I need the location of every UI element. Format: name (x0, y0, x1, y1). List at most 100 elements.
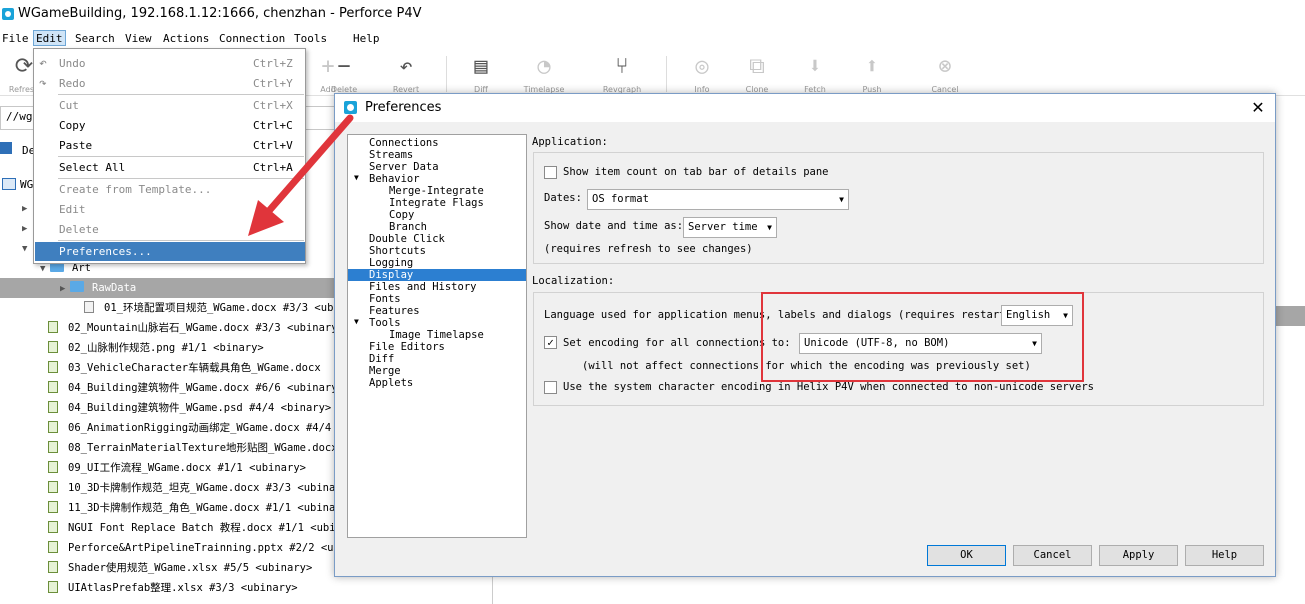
tree-file[interactable]: 04_Building建筑物件_WGame.psd #4/4 <binary> (48, 398, 331, 418)
nav-fonts[interactable]: Fonts (369, 293, 401, 305)
help-button[interactable]: Help (1185, 545, 1264, 566)
timelapse-button[interactable]: ◔ Timelapse (522, 50, 566, 94)
diff-icon: ▤ (474, 54, 488, 79)
show-date-time-select[interactable]: Server time ▼ (683, 217, 777, 238)
tree-file[interactable]: 08_TerrainMaterialTexture地形贴图_WGame.docx (48, 438, 338, 458)
file-icon (48, 341, 58, 353)
menu-edit[interactable]: Edit (33, 30, 66, 46)
menu-file[interactable]: File (0, 31, 31, 47)
nav-logging[interactable]: Logging (369, 257, 413, 269)
window-title: WGameBuilding, 192.168.1.12:1666, chenzh… (18, 6, 422, 21)
set-encoding-label: Set encoding for all connections to: (563, 337, 791, 349)
depot-icon (0, 142, 12, 154)
tree-file[interactable]: 03_VehicleCharacter车辆载具角色_WGame.docx (48, 358, 321, 378)
menu-actions[interactable]: Actions (161, 31, 211, 47)
ok-button[interactable]: OK (927, 545, 1006, 566)
nav-diff[interactable]: Diff (369, 353, 394, 365)
info-button[interactable]: ◎ Info (680, 50, 724, 94)
annotation-highlight-box (761, 292, 1084, 382)
nav-merge[interactable]: Merge (369, 365, 401, 377)
tree-node[interactable]: ▼ (22, 238, 32, 258)
nav-copy[interactable]: Copy (389, 209, 414, 221)
tree-file[interactable]: 02_山脉制作规范.png #1/1 <binary> (48, 338, 264, 358)
file-icon (48, 361, 58, 373)
file-icon (48, 381, 58, 393)
nav-double-click[interactable]: Double Click (369, 233, 445, 245)
show-item-count-checkbox[interactable] (544, 166, 557, 179)
minus-icon: − (337, 54, 351, 79)
toolbar-separator (666, 56, 667, 92)
nav-tools[interactable]: Tools (369, 317, 401, 329)
apply-button[interactable]: Apply (1099, 545, 1178, 566)
tree-folder-rawdata[interactable]: ▶ RawData (0, 278, 340, 298)
delete-button[interactable]: − Delete (322, 50, 366, 94)
nav-server-data[interactable]: Server Data (369, 161, 439, 173)
nav-shortcuts[interactable]: Shortcuts (369, 245, 426, 257)
cancel-button[interactable]: Cancel (1013, 545, 1092, 566)
tree-file[interactable]: 01_环境配置项目规范_WGame.docx #3/3 <ubinary> (84, 298, 371, 318)
tree-file[interactable]: 04_Building建筑物件_WGame.docx #6/6 <ubinary… (48, 378, 344, 398)
dates-select[interactable]: OS format ▼ (587, 189, 849, 210)
localization-section-label: Localization: (532, 275, 615, 287)
revgraph-icon: ⑂ (615, 54, 629, 79)
collapse-icon[interactable]: ▼ (354, 317, 359, 326)
main-titlebar: WGameBuilding, 192.168.1.12:1666, chenzh… (0, 0, 1305, 30)
system-encoding-label: Use the system character encoding in Hel… (563, 381, 1095, 393)
tree-file[interactable]: 11_3D卡牌制作规范_角色_WGame.docx #1/1 <ubinary> (48, 498, 354, 518)
revgraph-button[interactable]: ⑂ Revgraph (600, 50, 644, 94)
tree-file[interactable]: 09_UI工作流程_WGame.docx #1/1 <ubinary> (48, 458, 306, 478)
tree-file[interactable]: UIAtlasPrefab整理.xlsx #3/3 <ubinary> (48, 578, 298, 598)
push-icon: ⬆ (865, 54, 879, 79)
tree-file[interactable]: 10_3D卡牌制作规范_坦克_WGame.docx #3/3 <ubinary> (48, 478, 354, 498)
push-button[interactable]: ⬆ Push (850, 50, 894, 94)
revert-button[interactable]: ↶ Revert (384, 50, 428, 94)
tree-file[interactable]: 06_AnimationRigging动画绑定_WGame.docx #4/4 (48, 418, 331, 438)
file-icon (48, 481, 58, 493)
revert-icon: ↶ (399, 54, 413, 79)
menu-undo[interactable]: ↶ Undo Ctrl+Z (35, 54, 305, 73)
tree-node[interactable]: ▶ (22, 218, 32, 238)
menu-redo[interactable]: ↷ Redo Ctrl+Y (35, 74, 305, 93)
nav-applets[interactable]: Applets (369, 377, 413, 389)
clone-button[interactable]: ⧉ Clone (735, 50, 779, 94)
cancel-toolbar-button[interactable]: ⊗ Cancel (923, 50, 967, 94)
tree-file[interactable]: Perforce&ArtPipelineTrainning.pptx #2/2 … (48, 538, 378, 558)
nav-streams[interactable]: Streams (369, 149, 413, 161)
dialog-titlebar: Preferences ✕ (335, 94, 1275, 122)
file-icon (48, 421, 58, 433)
fetch-button[interactable]: ⬇ Fetch (793, 50, 837, 94)
menu-connection[interactable]: Connection (217, 31, 287, 47)
workspace-icon (2, 178, 16, 190)
set-encoding-checkbox[interactable]: ✓ (544, 336, 557, 349)
application-section-label: Application: (532, 136, 608, 148)
file-icon (84, 301, 94, 313)
clone-icon: ⧉ (749, 54, 765, 79)
nav-files-and-history[interactable]: Files and History (369, 281, 476, 293)
nav-integrate-flags[interactable]: Integrate Flags (389, 197, 484, 209)
show-date-time-label: Show date and time as: (544, 220, 684, 232)
nav-branch[interactable]: Branch (389, 221, 427, 233)
close-button[interactable]: ✕ (1247, 97, 1269, 119)
nav-file-editors[interactable]: File Editors (369, 341, 445, 353)
nav-image-timelapse[interactable]: Image Timelapse (389, 329, 484, 341)
diff-button[interactable]: ▤ Diff (459, 50, 503, 94)
refresh-note: (requires refresh to see changes) (544, 243, 753, 255)
dropdown-arrow-icon: ▼ (767, 223, 772, 232)
nav-behavior[interactable]: Behavior (369, 173, 420, 185)
tree-node[interactable]: ▶ (22, 198, 32, 218)
nav-display[interactable]: Display (348, 269, 526, 281)
menu-tools[interactable]: Tools (292, 31, 329, 47)
timelapse-icon: ◔ (537, 54, 551, 79)
menu-help[interactable]: Help (351, 31, 382, 47)
tree-file[interactable]: Shader使用规范_WGame.xlsx #5/5 <ubinary> (48, 558, 312, 578)
menu-search[interactable]: Search (73, 31, 117, 47)
system-encoding-checkbox[interactable] (544, 381, 557, 394)
nav-merge-integrate[interactable]: Merge-Integrate (389, 185, 484, 197)
nav-features[interactable]: Features (369, 305, 420, 317)
nav-connections[interactable]: Connections (369, 137, 439, 149)
menu-preferences[interactable]: Preferences... (35, 242, 305, 261)
menu-view[interactable]: View (123, 31, 154, 47)
tree-file[interactable]: NGUI Font Replace Batch 教程.docx #1/1 <ub… (48, 518, 367, 538)
tree-file[interactable]: 02_Mountain山脉岩石_WGame.docx #3/3 <ubinary… (48, 318, 344, 338)
fetch-icon: ⬇ (808, 54, 822, 79)
